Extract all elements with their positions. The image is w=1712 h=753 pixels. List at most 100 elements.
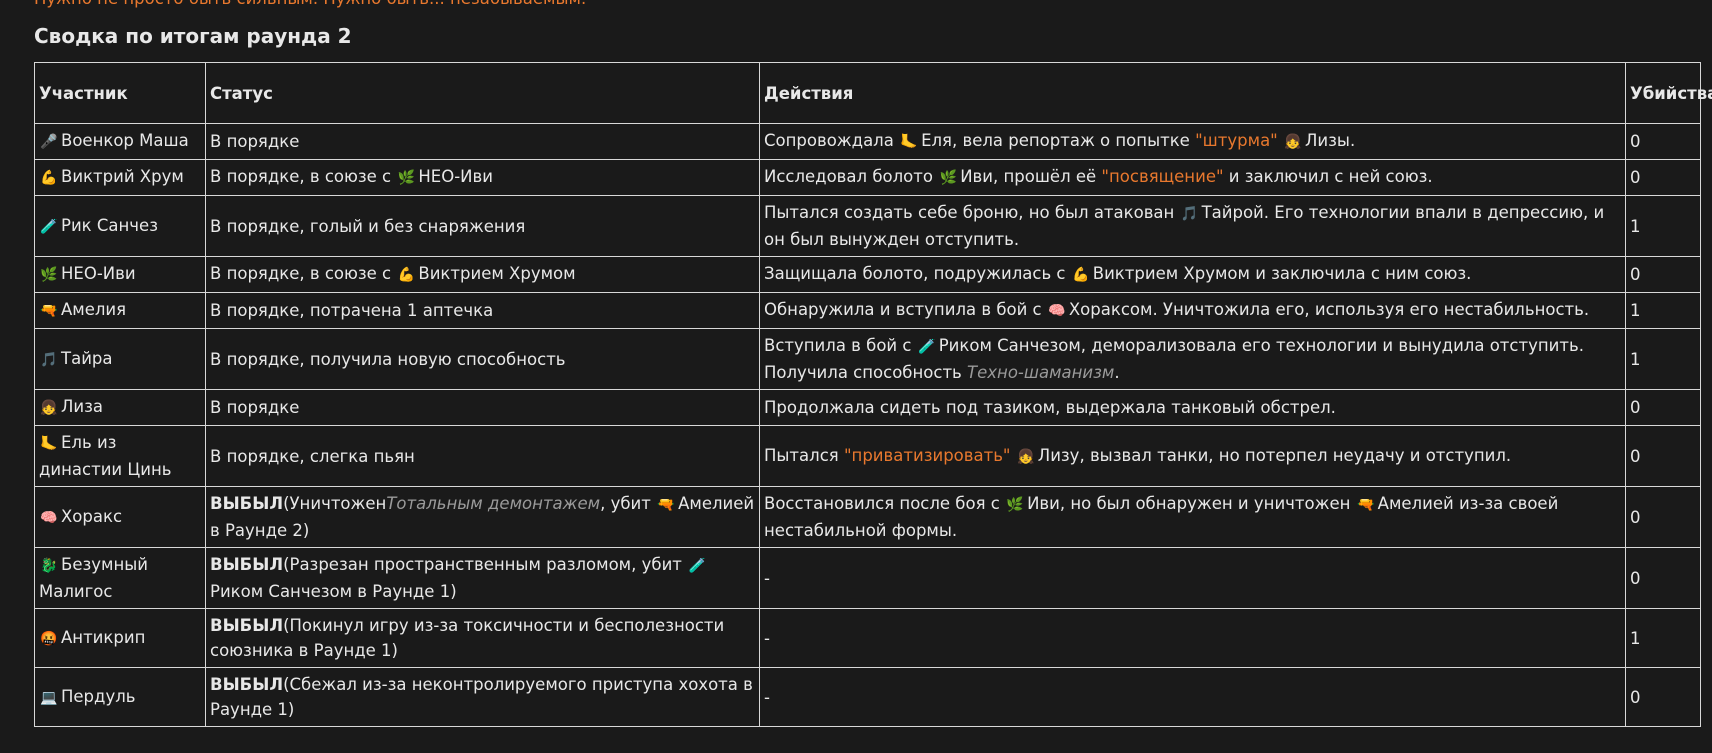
text-segment: В порядке — [210, 398, 300, 417]
girl-icon: 👧 — [40, 400, 58, 416]
text-segment: - — [764, 628, 770, 648]
participant-name: Антикрип — [61, 627, 146, 647]
text-segment: НЕО-Иви — [418, 167, 493, 186]
girl-icon: 👧 — [1284, 134, 1302, 150]
kills-cell: 0 — [1625, 425, 1701, 487]
status-cell: В порядке, слегка пьян — [205, 425, 760, 487]
participant-cell: 🌿 НЕО-Иви — [34, 256, 206, 293]
test-tube-icon: 🧪 — [918, 339, 936, 355]
text-segment: Иви, но был обнаружен и уничтожен — [1027, 494, 1356, 513]
pistol-icon: 🔫 — [657, 497, 675, 513]
table-row: 👧 Лиза В порядке Продолжала сидеть под тази… — [34, 389, 1701, 426]
table-row: 🔫 Амелия В порядке, потрачена 1 аптечка Обн… — [34, 292, 1701, 329]
table-row: 💻 Пердуль ВЫБЫЛ(Сбежал из-за неконтролируе… — [34, 667, 1701, 727]
text-segment: Восстановился после боя с — [764, 494, 1006, 513]
participant-name: Лиза — [61, 397, 104, 416]
text-segment: (Уничтожен — [283, 494, 387, 513]
music-note-icon: 🎵 — [40, 351, 58, 368]
kills-cell: 1 — [1625, 195, 1701, 257]
text-segment: Пытался создать себе броню, но был атако… — [764, 203, 1180, 222]
actions-cell: - — [759, 608, 1626, 668]
text-segment: Лизы. — [1305, 131, 1356, 150]
kills-cell: 0 — [1625, 256, 1701, 293]
header-kills: Убийства — [1625, 62, 1712, 124]
kills-cell: 0 — [1625, 389, 1701, 426]
table-row: 🎵 Тайра В порядке, получила новую способно… — [34, 328, 1701, 390]
text-segment: Хораксом. Уничтожила его, используя его … — [1068, 300, 1590, 319]
participant-name: Военкор Маша — [61, 131, 189, 150]
participant-name: Пердуль — [61, 686, 136, 706]
text-segment: Еля, вела репортаж о попытке — [921, 131, 1196, 150]
header-status: Статус — [205, 62, 760, 124]
table-row: 🦶 Ель из династии Цинь В порядке, слегка п… — [34, 425, 1701, 487]
laptop-icon: 💻 — [40, 689, 58, 706]
text-segment: В порядке, получила новую способность — [210, 349, 566, 369]
text-segment: Обнаружила и вступила в бой с — [764, 300, 1047, 319]
header-actions: Действия — [759, 62, 1626, 124]
table-row: 🌿 НЕО-Иви В порядке, в союзе с 💪 Виктрием Х… — [34, 256, 1701, 293]
status-cell: ВЫБЫЛ(Разрезан пространственным разломом… — [205, 547, 760, 609]
actions-cell: Восстановился после боя с 🌿 Иви, но был о… — [759, 486, 1626, 548]
text-segment: Иви, прошёл её — [960, 167, 1102, 186]
text-segment: Виктрием Хрумом — [418, 264, 576, 283]
participant-cell: 👧 Лиза — [34, 389, 206, 426]
status-label: ВЫБЫЛ — [210, 616, 284, 635]
table-row: 🐉 Безумный Малигос ВЫБЫЛ(Разрезан простран… — [34, 547, 1701, 609]
text-segment: Пытался — [764, 445, 844, 465]
test-tube-icon: 🧪 — [40, 218, 58, 235]
participant-cell: 💪 Виктрий Хрум — [34, 159, 206, 196]
participant-cell: 🔫 Амелия — [34, 292, 206, 329]
text-segment: (Разрезан пространственным разломом, уби… — [283, 555, 688, 574]
kills-cell: 1 — [1625, 608, 1701, 668]
dragon-icon: 🐉 — [40, 558, 58, 574]
angry-face-icon: 🤬 — [40, 630, 58, 647]
text-segment: (Сбежал из-за неконтролируемого приступа… — [210, 675, 753, 719]
kills-cell: 0 — [1625, 547, 1701, 609]
section-title: Сводка по итогам раунда 2 — [34, 24, 352, 48]
intro-note: Нужно не просто быть сильным. Нужно быть… — [34, 0, 586, 8]
participant-name: Хоракс — [61, 506, 123, 526]
table-row: 🤬 Антикрип ВЫБЫЛ(Покинул игру из-за токсич… — [34, 608, 1701, 668]
text-segment: В порядке, голый и без снаряжения — [210, 216, 526, 236]
foot-icon: 🦶 — [40, 436, 58, 452]
actions-cell: Обнаружила и вступила в бой с 🧠 Хораксом.… — [759, 292, 1626, 329]
pistol-icon: 🔫 — [1356, 497, 1375, 513]
kills-cell: 0 — [1625, 123, 1701, 160]
herb-icon: 🌿 — [397, 170, 416, 186]
kills-cell: 1 — [1625, 292, 1701, 329]
participant-cell: 🎵 Тайра — [34, 328, 206, 390]
table-row: 🎤 Военкор Маша В порядке Сопровождала 🦶 Еля,… — [34, 123, 1701, 160]
herb-icon: 🌿 — [40, 267, 58, 283]
actions-cell: Вступила в бой с 🧪 Риком Санчезом, демора… — [759, 328, 1626, 390]
status-label: ВЫБЫЛ — [210, 675, 284, 694]
actions-cell: - — [759, 667, 1626, 727]
participant-name: Виктрий Хрум — [61, 167, 184, 186]
actions-cell: Сопровождала 🦶 Еля, вела репортаж о попыт… — [759, 123, 1626, 160]
participant-cell: 🎤 Военкор Маша — [34, 123, 206, 160]
text-segment: Сопровождала — [764, 131, 900, 150]
participant-cell: 🐉 Безумный Малигос — [34, 547, 206, 609]
kills-cell: 1 — [1625, 328, 1701, 390]
flexed-arm-icon: 💪 — [40, 170, 58, 186]
text-segment: Лизу, вызвал танки, но потерпел неудачу … — [1037, 445, 1512, 465]
actions-cell: Исследовал болото 🌿 Иви, прошёл её "посвя… — [759, 159, 1626, 196]
kills-cell: 0 — [1625, 486, 1701, 548]
pistol-icon: 🔫 — [40, 303, 58, 319]
herb-icon: 🌿 — [939, 170, 957, 186]
actions-cell: Продолжала сидеть под тазиком, выдержала… — [759, 389, 1626, 426]
status-cell: В порядке, в союзе с 💪 Виктрием Хрумом — [205, 256, 760, 293]
status-cell: ВЫБЫЛ(УничтоженТотальным демонтажем, уби… — [205, 486, 760, 548]
text-segment: Риком Санчезом в Раунде 1) — [210, 582, 457, 601]
participant-cell: 🤬 Антикрип — [34, 608, 206, 668]
table-header-row: Участник Статус Действия Убийства — [34, 62, 1712, 124]
kills-cell: 0 — [1625, 159, 1701, 196]
participant-name: Рик Санчез — [61, 215, 158, 235]
status-cell: В порядке, потрачена 1 аптечка — [205, 292, 760, 329]
text-segment: (Покинул игру из-за токсичности и беспол… — [210, 616, 725, 660]
text-segment: В порядке, в союзе с — [210, 167, 397, 186]
text-segment: В порядке, слегка пьян — [210, 446, 415, 466]
table-row: 💪 Виктрий Хрум В порядке, в союзе с 🌿 НЕО-И… — [34, 159, 1701, 196]
foot-icon: 🦶 — [900, 134, 918, 150]
text-segment: и заключил с ней союз. — [1223, 167, 1433, 186]
music-note-icon: 🎵 — [1180, 206, 1199, 222]
